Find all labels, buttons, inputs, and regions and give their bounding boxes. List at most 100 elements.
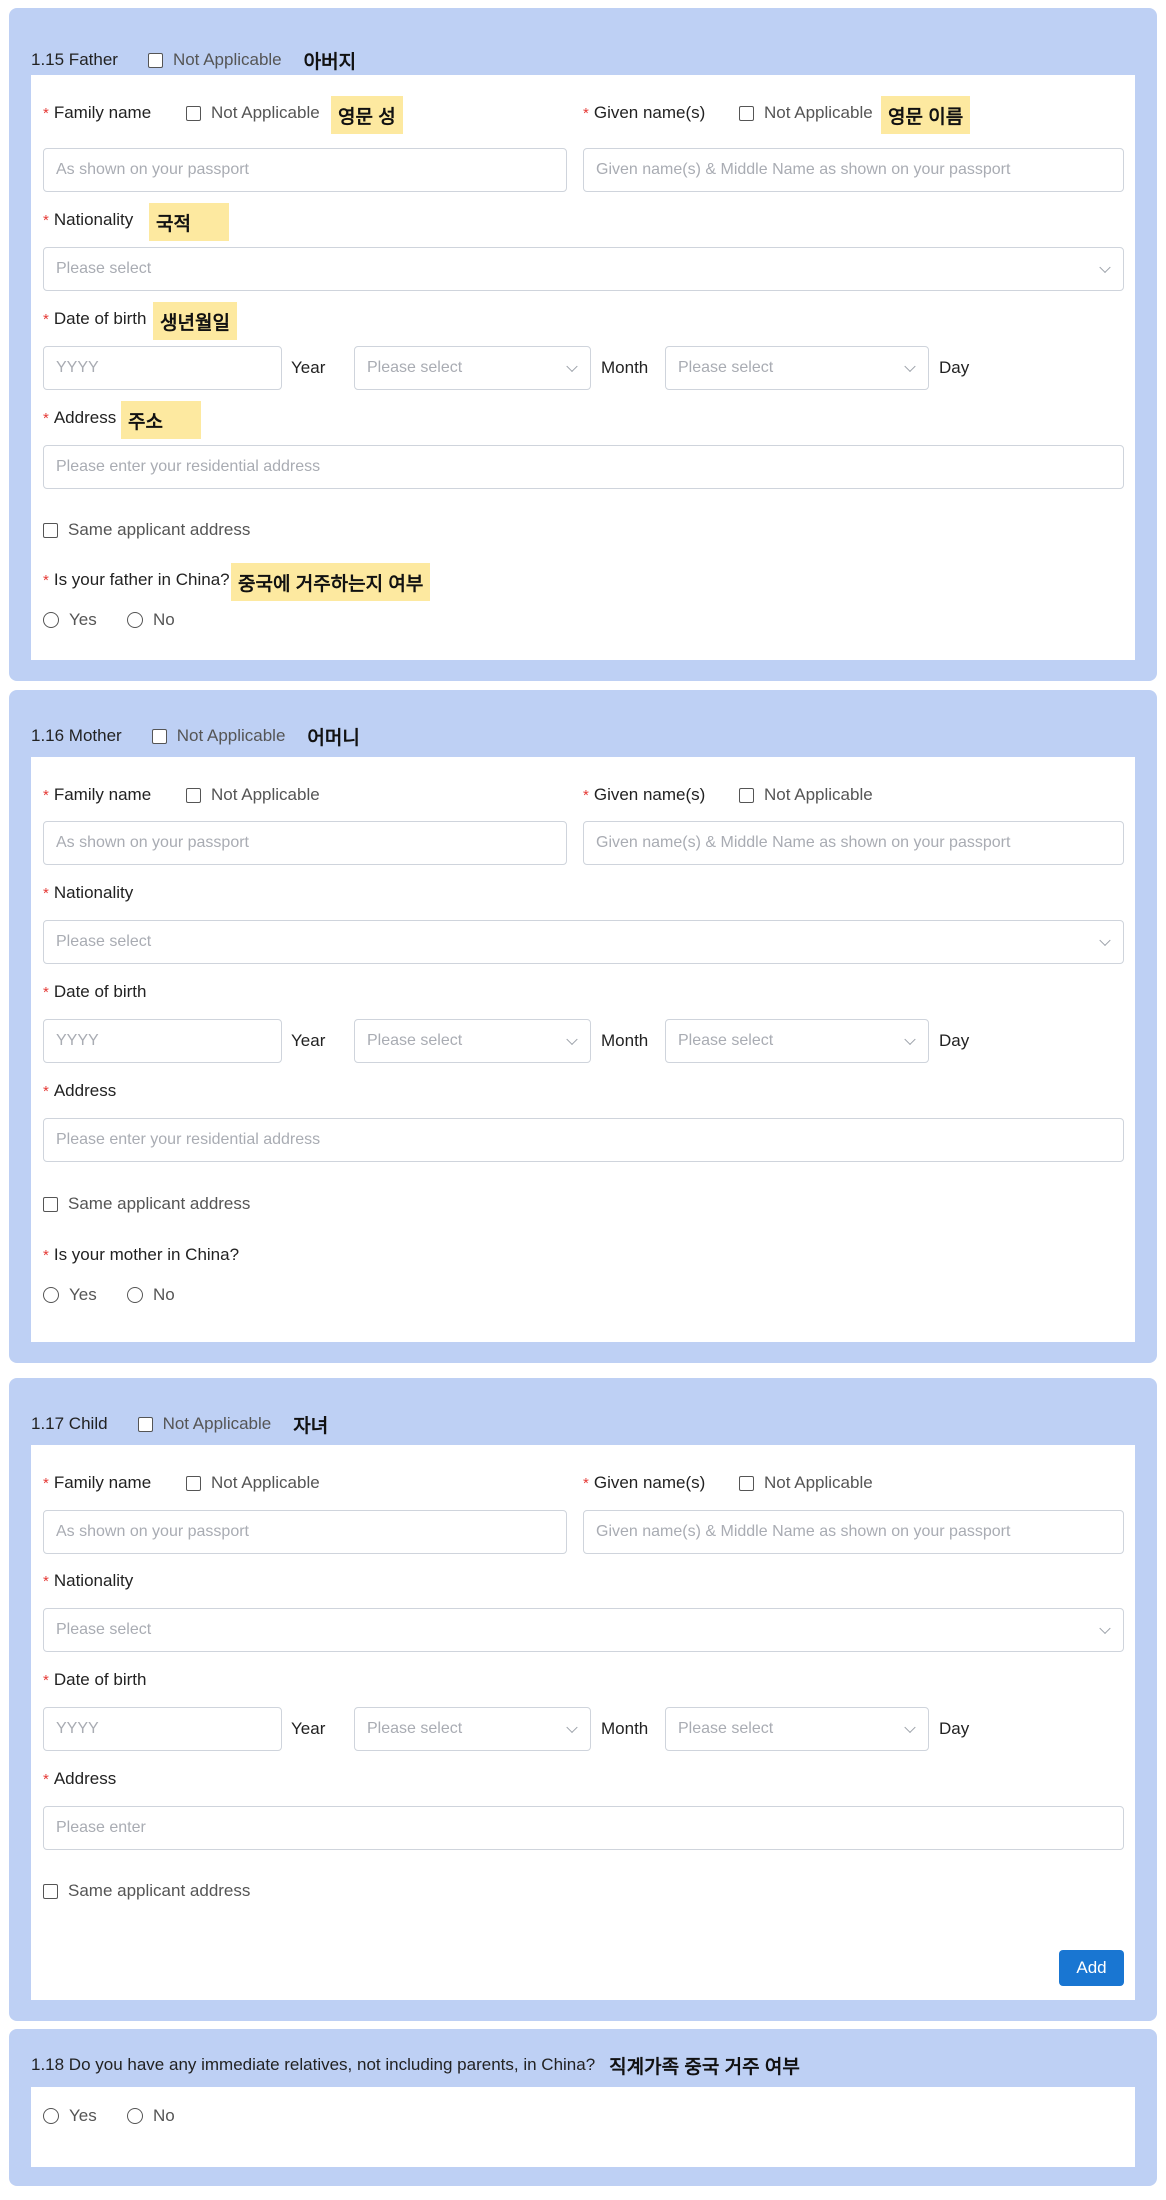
year-label: Year: [291, 1031, 326, 1050]
birth-month-select[interactable]: Please select: [354, 1707, 591, 1751]
in-china-yes-radio[interactable]: Yes: [43, 1281, 97, 1309]
section-title: 1.15 Father: [31, 50, 118, 69]
given-name-label: * Given name(s): [583, 103, 706, 122]
nationality-note: 국적: [149, 203, 229, 241]
mother-header: 1.16 Mother Not Applicable 어머니: [31, 716, 360, 756]
section-title-korean: 아버지: [303, 51, 357, 73]
section-title-korean: 어머니: [307, 727, 360, 749]
family-name-label: * Family name: [43, 1473, 152, 1492]
child-header: 1.17 Child Not Applicable 자녀: [31, 1404, 328, 1444]
checkbox[interactable]: [43, 1883, 58, 1899]
dob-label: * Date of birth: [43, 309, 147, 328]
family-name-not-applicable[interactable]: Not Applicable: [186, 1469, 320, 1497]
father-not-applicable[interactable]: Not Applicable: [147, 50, 282, 70]
chevron-down-icon: [904, 1721, 916, 1734]
in-china-label: * Is your father in China?: [43, 570, 230, 589]
checkbox[interactable]: [739, 105, 754, 121]
year-label: Year: [291, 358, 326, 377]
given-name-input[interactable]: Given name(s) & Middle Name as shown on …: [583, 148, 1124, 192]
day-label: Day: [939, 1719, 970, 1738]
family-name-input[interactable]: As shown on your passport: [43, 1510, 567, 1554]
in-china-no-radio[interactable]: No: [127, 1281, 175, 1309]
day-label: Day: [939, 1031, 970, 1050]
address-note: 주소: [121, 401, 201, 439]
checkbox[interactable]: [151, 728, 167, 744]
birth-year-input[interactable]: YYYY: [43, 1707, 282, 1751]
given-name-not-applicable[interactable]: Not Applicable: [739, 99, 873, 127]
address-input[interactable]: Please enter your residential address: [43, 1118, 1124, 1162]
dob-note: 생년월일: [153, 302, 237, 340]
same-applicant-address[interactable]: Same applicant address: [43, 1190, 250, 1218]
in-china-note: 중국에 거주하는지 여부: [231, 563, 431, 601]
same-applicant-address[interactable]: Same applicant address: [43, 516, 250, 544]
child-section: 1.17 Child Not Applicable 자녀 * Family nam…: [9, 1378, 1157, 2021]
chevron-down-icon: [1099, 934, 1111, 947]
chevron-down-icon: [566, 360, 578, 373]
mother-not-applicable[interactable]: Not Applicable: [151, 726, 285, 746]
nationality-select[interactable]: Please select: [43, 247, 1124, 291]
mother-section: 1.16 Mother Not Applicable 어머니 * Family n…: [9, 690, 1157, 1363]
relatives-panel: Yes No: [31, 2087, 1135, 2167]
given-name-input[interactable]: Given name(s) & Middle Name as shown on …: [583, 821, 1124, 865]
relatives-yes-radio[interactable]: Yes: [43, 2102, 97, 2130]
checkbox[interactable]: [186, 787, 201, 803]
child-panel: * Family name Not Applicable As shown on …: [31, 1445, 1135, 2000]
family-name-label: * Family name: [43, 785, 152, 804]
birth-month-select[interactable]: Please select: [354, 1019, 591, 1063]
checkbox[interactable]: [137, 1416, 153, 1432]
father-section: 1.15 Father Not Applicable 아버지 * Family n…: [9, 8, 1157, 681]
section-title-korean: 자녀: [293, 1415, 329, 1437]
family-name-not-applicable[interactable]: Not Applicable: [186, 781, 320, 809]
relatives-section: 1.18 Do you have any immediate relatives…: [9, 2029, 1157, 2186]
day-label: Day: [939, 358, 970, 377]
checkbox[interactable]: [739, 1475, 754, 1491]
nationality-select[interactable]: Please select: [43, 1608, 1124, 1652]
checkbox[interactable]: [147, 52, 163, 68]
month-label: Month: [601, 1719, 649, 1738]
given-name-note: 영문 이름: [881, 96, 971, 134]
child-not-applicable[interactable]: Not Applicable: [137, 1414, 271, 1434]
chevron-down-icon: [904, 360, 916, 373]
birth-day-select[interactable]: Please select: [665, 1019, 929, 1063]
nationality-label: * Nationality: [43, 210, 134, 229]
address-input[interactable]: Please enter: [43, 1806, 1124, 1850]
given-name-label: * Given name(s): [583, 785, 706, 804]
same-applicant-address[interactable]: Same applicant address: [43, 1877, 250, 1905]
family-name-not-applicable[interactable]: Not Applicable: [186, 99, 320, 127]
chevron-down-icon: [566, 1033, 578, 1046]
birth-day-select[interactable]: Please select: [665, 1707, 929, 1751]
checkbox[interactable]: [186, 105, 201, 121]
address-input[interactable]: Please enter your residential address: [43, 445, 1124, 489]
section-title: 1.16 Mother: [31, 726, 122, 745]
nationality-select[interactable]: Please select: [43, 920, 1124, 964]
address-label: * Address: [43, 1081, 117, 1100]
birth-day-select[interactable]: Please select: [665, 346, 929, 390]
month-label: Month: [601, 1031, 649, 1050]
add-child-button[interactable]: Add: [1059, 1950, 1124, 1986]
family-name-input[interactable]: As shown on your passport: [43, 821, 567, 865]
checkbox[interactable]: [186, 1475, 201, 1491]
birth-year-input[interactable]: YYYY: [43, 346, 282, 390]
address-label: * Address: [43, 1769, 117, 1788]
given-name-not-applicable[interactable]: Not Applicable: [739, 1469, 873, 1497]
family-name-label: * Family name: [43, 103, 152, 122]
dob-label: * Date of birth: [43, 1670, 147, 1689]
family-name-input[interactable]: As shown on your passport: [43, 148, 567, 192]
in-china-yes-radio[interactable]: Yes: [43, 606, 97, 634]
checkbox[interactable]: [43, 1196, 58, 1212]
relatives-no-radio[interactable]: No: [127, 2102, 175, 2130]
in-china-no-radio[interactable]: No: [127, 606, 175, 634]
birth-year-input[interactable]: YYYY: [43, 1019, 282, 1063]
relatives-header: 1.18 Do you have any immediate relatives…: [31, 2045, 800, 2085]
chevron-down-icon: [904, 1033, 916, 1046]
given-name-input[interactable]: Given name(s) & Middle Name as shown on …: [583, 1510, 1124, 1554]
checkbox[interactable]: [43, 522, 58, 538]
section-title-korean: 직계가족 중국 거주 여부: [609, 2056, 800, 2078]
checkbox[interactable]: [739, 787, 754, 803]
given-name-not-applicable[interactable]: Not Applicable: [739, 781, 873, 809]
chevron-down-icon: [566, 1721, 578, 1734]
birth-month-select[interactable]: Please select: [354, 346, 591, 390]
section-title: 1.18 Do you have any immediate relatives…: [31, 2055, 596, 2074]
nationality-label: * Nationality: [43, 883, 134, 902]
month-label: Month: [601, 358, 649, 377]
